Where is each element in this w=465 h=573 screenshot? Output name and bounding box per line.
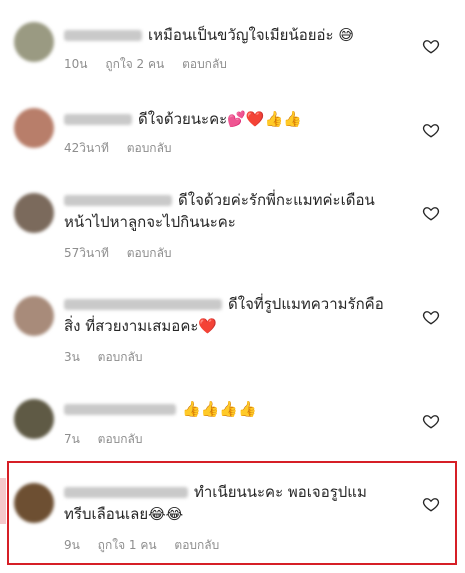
avatar[interactable]: [14, 296, 54, 336]
comment-meta: 42วินาที ตอบกลับ: [64, 139, 186, 158]
heart-icon[interactable]: [422, 495, 440, 513]
comment-body: 👍👍👍👍: [182, 400, 257, 418]
comment-meta: 57วินาที ตอบกลับ: [64, 244, 186, 263]
username[interactable]: jensiri_ink: [64, 30, 142, 41]
avatar[interactable]: [14, 22, 54, 62]
heart-icon[interactable]: [422, 204, 440, 222]
heart-icon[interactable]: [422, 308, 440, 326]
avatar[interactable]: [14, 483, 54, 523]
reply-button[interactable]: ตอบกลับ: [127, 141, 172, 155]
highlight-accent-bar: [0, 478, 6, 524]
comment-time: 7น: [64, 432, 80, 446]
comment-time: 42วินาที: [64, 141, 109, 155]
comment-body: เหมือนเป็นขวัญใจเมียน้อยอ่ะ 😅: [148, 26, 354, 44]
comment-text: nomchitkhanthongดีใจที่รูปแมทความรักคือส…: [64, 293, 398, 337]
reply-button[interactable]: ตอบกลับ: [98, 350, 143, 364]
comment-time: 3น: [64, 350, 80, 364]
comment-text: park_siriuak65 👍👍👍👍: [64, 398, 394, 420]
heart-icon[interactable]: [422, 37, 440, 55]
comment-meta: 7น ตอบกลับ: [64, 430, 157, 449]
username[interactable]: nomchitkhanthong: [64, 299, 222, 310]
username[interactable]: fabnarak: [64, 114, 132, 125]
comment-text: dandaraniracheทำเนียนนะคะ พอเจอรูปแม ทรี…: [64, 481, 374, 525]
reply-button[interactable]: ตอบกลับ: [174, 538, 219, 552]
comment-text: jensiri_ink เหมือนเป็นขวัญใจเมียน้อยอ่ะ 😅: [64, 24, 394, 46]
avatar[interactable]: [14, 399, 54, 439]
comment-time: 57วินาที: [64, 246, 109, 260]
comment-meta: 3น ตอบกลับ: [64, 348, 157, 367]
comment-text: nkmysurengkhดีใจด้วยค่ะรักพี่กะแมทค่ะเดื…: [64, 189, 396, 233]
heart-icon[interactable]: [422, 121, 440, 139]
comment-time: 10น: [64, 57, 88, 71]
avatar[interactable]: [14, 193, 54, 233]
comment-body: ดีใจด้วยนะคะ💕❤️👍👍: [138, 110, 302, 128]
comment-time: 9น: [64, 538, 80, 552]
comment-text: fabnarak ดีใจด้วยนะคะ💕❤️👍👍: [64, 108, 394, 130]
username[interactable]: nkmysurengkh: [64, 195, 172, 206]
heart-icon[interactable]: [422, 412, 440, 430]
likes-count[interactable]: ถูกใจ 2 คน: [105, 57, 164, 71]
likes-count[interactable]: ถูกใจ 1 คน: [98, 538, 157, 552]
comment-meta: 10น ถูกใจ 2 คน ตอบกลับ: [64, 55, 241, 74]
reply-button[interactable]: ตอบกลับ: [182, 57, 227, 71]
reply-button[interactable]: ตอบกลับ: [98, 432, 143, 446]
avatar[interactable]: [14, 108, 54, 148]
username[interactable]: dandaranirache: [64, 487, 188, 498]
comment-meta: 9น ถูกใจ 1 คน ตอบกลับ: [64, 536, 233, 555]
reply-button[interactable]: ตอบกลับ: [127, 246, 172, 260]
username[interactable]: park_siriuak65: [64, 404, 176, 415]
